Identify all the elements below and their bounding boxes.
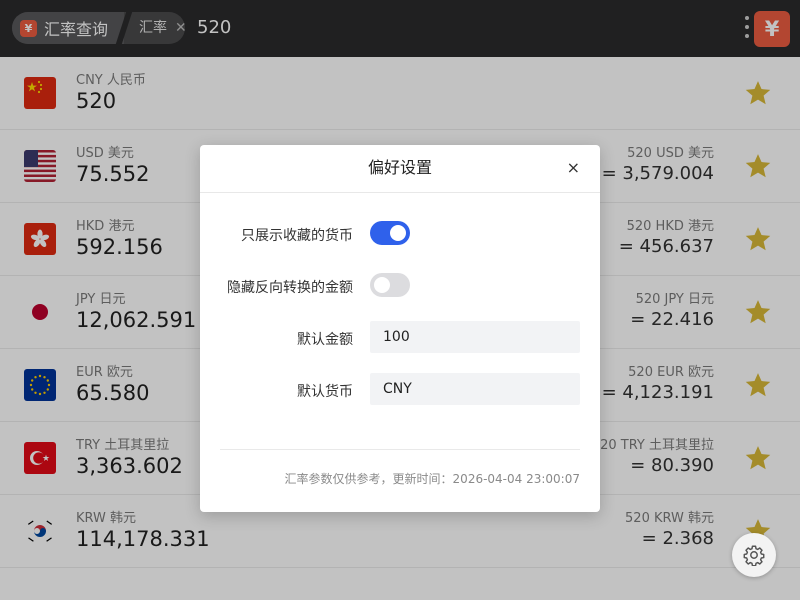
- dialog-header: 偏好设置 ×: [200, 145, 600, 193]
- settings-button[interactable]: [732, 533, 776, 577]
- show-favorites-label: 只展示收藏的货币: [241, 228, 353, 244]
- hide-reverse-label: 隐藏反向转换的金额: [227, 280, 353, 296]
- default-amount-label: 默认金额: [297, 332, 353, 348]
- hide-reverse-toggle[interactable]: [370, 273, 410, 297]
- default-currency-label: 默认货币: [297, 384, 353, 400]
- show-favorites-toggle[interactable]: [370, 221, 410, 245]
- dialog-divider: [220, 449, 580, 450]
- gear-icon: [743, 545, 765, 566]
- close-icon[interactable]: ×: [567, 145, 580, 191]
- toggle-knob: [390, 225, 406, 241]
- default-amount-input[interactable]: [370, 321, 580, 353]
- preferences-dialog: 偏好设置 × 只展示收藏的货币 隐藏反向转换的金额 默认金额 默认货币 汇率参数…: [200, 145, 600, 512]
- update-time-note: 汇率参数仅供参考，更新时间：2026-04-04 23:00:07: [284, 472, 580, 486]
- toggle-knob: [374, 277, 390, 293]
- default-currency-input[interactable]: [370, 373, 580, 405]
- dialog-title: 偏好设置: [367, 158, 432, 177]
